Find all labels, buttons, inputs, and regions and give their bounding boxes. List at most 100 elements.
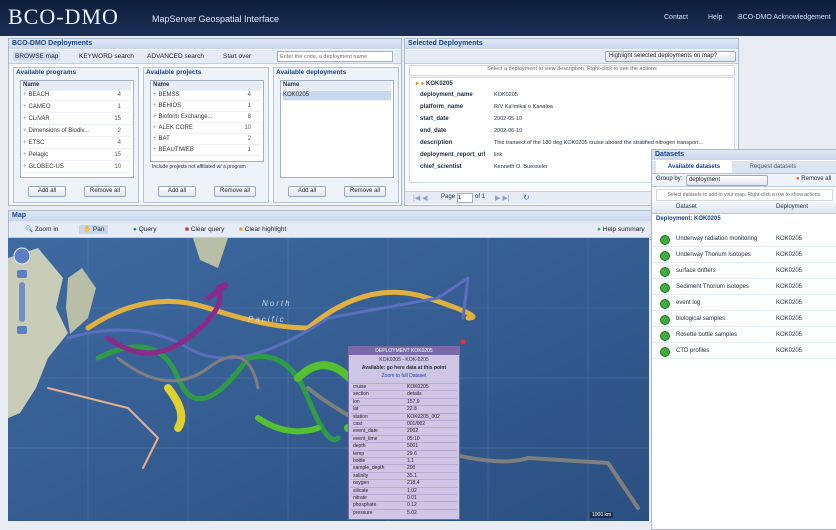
- project-name: Bioform Exchange...: [158, 114, 213, 120]
- plus-icon[interactable]: +: [23, 140, 27, 146]
- program-count: 4: [117, 140, 121, 146]
- help-link[interactable]: Help: [708, 14, 722, 21]
- detail-deployment-name[interactable]: ▸ ● KOK0205: [416, 80, 453, 87]
- remove-all-button[interactable]: ● Remove all: [796, 176, 831, 182]
- feature-info-popup[interactable]: DEPLOYMENT KOK0205 KOK0205 - KOK-0205 Av…: [348, 346, 460, 520]
- highlight-dropdown[interactable]: Highlight selected deployments on map?: [605, 51, 736, 62]
- dataset-row[interactable]: event log KOK0205: [652, 296, 836, 311]
- page-input[interactable]: [457, 193, 473, 203]
- program-count: 4: [117, 92, 121, 98]
- plus-icon[interactable]: +: [153, 103, 157, 109]
- dataset-add-icon[interactable]: [660, 251, 670, 261]
- popup-zoom-link[interactable]: Zoom to full Dataset: [351, 373, 457, 379]
- plus-icon[interactable]: +: [23, 92, 27, 98]
- dataset-add-icon[interactable]: [660, 299, 670, 309]
- projects-list[interactable]: Name + BEMSS 4 + BEHIOS 1 + Bioform Exchange...…: [150, 80, 264, 162]
- plus-icon[interactable]: +: [153, 147, 157, 153]
- expand-icon: ▸ ●: [416, 81, 425, 87]
- plus-icon[interactable]: +: [23, 116, 27, 122]
- group-by-select[interactable]: deployment: [686, 175, 768, 186]
- programs-list[interactable]: Name + BEACH 4 + CAMEO 1 + CLIVAR 15 + Dimensions …: [20, 80, 134, 178]
- plus-icon[interactable]: +: [153, 125, 157, 131]
- projects-add-all-button[interactable]: Add all: [158, 186, 196, 197]
- map-svg[interactable]: [8, 238, 649, 521]
- project-row[interactable]: + BEAUTIWEB 1: [153, 146, 261, 156]
- project-row[interactable]: + ALEK CORE 10: [153, 124, 261, 134]
- query-tool[interactable]: ● Query: [133, 225, 156, 234]
- first-page-icon[interactable]: |◀ ◀: [413, 194, 428, 202]
- detail-field-value: 2002-06-10: [494, 128, 523, 134]
- dataset-row[interactable]: Underway Thorium Isotopes KOK0205: [652, 248, 836, 263]
- zoom-in-tool[interactable]: 🔍 Zoom in: [25, 225, 58, 234]
- zoom-out-icon[interactable]: [17, 326, 27, 334]
- tab-keyword-search[interactable]: KEYWORD search: [79, 52, 134, 61]
- project-row[interactable]: + Bioform Exchange... 8: [153, 113, 261, 123]
- plus-icon[interactable]: +: [23, 152, 27, 158]
- plus-icon[interactable]: +: [23, 128, 27, 134]
- deployments-list[interactable]: Name KOK0205: [280, 80, 394, 178]
- dataset-add-icon[interactable]: [660, 347, 670, 357]
- program-row[interactable]: + Pelagic 15: [23, 151, 131, 161]
- projects-header[interactable]: Name: [153, 81, 261, 91]
- program-row[interactable]: + ETSC 4: [23, 139, 131, 149]
- dataset-row[interactable]: Sediment Thorium isotopes KOK0205: [652, 280, 836, 295]
- program-row[interactable]: + CLIVAR 15: [23, 115, 131, 125]
- pan-arrows-icon[interactable]: [13, 247, 31, 265]
- help-icon: ●: [597, 226, 601, 233]
- tab-available-datasets[interactable]: Available datasets: [656, 161, 732, 173]
- plus-icon[interactable]: +: [153, 114, 157, 120]
- dataset-row[interactable]: surface drifters KOK0205: [652, 264, 836, 279]
- projects-remove-all-button[interactable]: Remove all: [214, 186, 256, 197]
- programs-remove-all-button[interactable]: Remove all: [84, 186, 126, 197]
- refresh-icon[interactable]: ↻: [523, 193, 530, 202]
- search-input[interactable]: [277, 51, 393, 62]
- project-row[interactable]: + BEHIOS 1: [153, 102, 261, 112]
- dataset-add-icon[interactable]: [660, 283, 670, 293]
- programs-header[interactable]: Name: [23, 81, 131, 91]
- dataset-row[interactable]: Underway radiation monitoring KOK0205: [652, 232, 836, 247]
- deployments-remove-all-button[interactable]: Remove all: [344, 186, 386, 197]
- zoom-slider[interactable]: [19, 282, 25, 322]
- popup-line2[interactable]: Available: go here data at this point: [351, 365, 457, 371]
- programs-add-all-button[interactable]: Add all: [28, 186, 66, 197]
- program-row[interactable]: + BEACH 4: [23, 91, 131, 101]
- pan-tool[interactable]: ✋ Pan: [79, 225, 109, 234]
- project-row[interactable]: + BAT 2: [153, 135, 261, 145]
- project-row[interactable]: + BEMSS 4: [153, 91, 261, 101]
- plus-icon[interactable]: +: [153, 92, 157, 98]
- page-of: of 1: [475, 194, 486, 200]
- zoom-in-icon[interactable]: [17, 270, 27, 278]
- dataset-row[interactable]: Rosette bottle samples KOK0205: [652, 328, 836, 343]
- tab-advanced-search[interactable]: ADVANCED search: [147, 52, 204, 61]
- plus-icon[interactable]: +: [23, 164, 27, 170]
- clear-query-tool[interactable]: ■ Clear query: [185, 225, 224, 234]
- program-row[interactable]: + GLOBEC-US 10: [23, 163, 131, 173]
- dataset-add-icon[interactable]: [660, 235, 670, 245]
- dataset-row[interactable]: biological samples KOK0205: [652, 312, 836, 327]
- group-row[interactable]: Deployment: KOK0205: [656, 216, 721, 222]
- deployments-add-all-button[interactable]: Add all: [288, 186, 326, 197]
- start-over-button[interactable]: Start over: [223, 52, 251, 61]
- plus-icon[interactable]: +: [23, 104, 27, 110]
- dataset-add-icon[interactable]: [660, 315, 670, 325]
- deployments-header[interactable]: Name: [283, 81, 391, 91]
- col-deployment[interactable]: Deployment: [776, 204, 808, 210]
- dataset-add-icon[interactable]: [660, 267, 670, 277]
- dataset-add-icon[interactable]: [660, 331, 670, 341]
- next-page-icon[interactable]: ▶ ▶|: [495, 194, 510, 202]
- program-row[interactable]: + Dimensions of Biodiv... 2: [23, 127, 131, 137]
- tab-browse-map[interactable]: BROWSE map: [13, 52, 61, 61]
- tab-request-datasets[interactable]: Request datasets: [738, 161, 808, 173]
- contact-link[interactable]: Contact: [664, 14, 688, 21]
- deployment-row[interactable]: KOK0205: [283, 91, 391, 101]
- map-canvas[interactable]: North Pacific 1000 km DEPLOYMENT KOK0205…: [8, 238, 649, 521]
- program-row[interactable]: + CAMEO 1: [23, 103, 131, 113]
- col-dataset[interactable]: Dataset: [676, 204, 697, 210]
- plus-icon[interactable]: +: [153, 136, 157, 142]
- selected-point[interactable]: [460, 339, 466, 345]
- acknowledgement-link[interactable]: BCO-DMO Acknowledgement: [738, 14, 831, 21]
- dataset-row[interactable]: CTD profiles KOK0205: [652, 344, 836, 359]
- clear-highlight-tool[interactable]: ■ Clear highlight: [239, 225, 286, 234]
- help-summary-button[interactable]: ● Help summary: [597, 225, 645, 234]
- include-unaffiliated-checkbox-label[interactable]: Include projects not affiliated w/ a pro…: [152, 164, 260, 170]
